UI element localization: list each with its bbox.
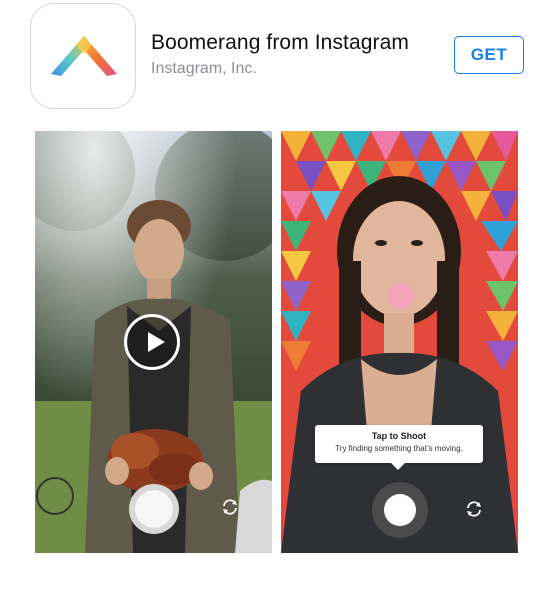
screenshot-2[interactable]: Tap to Shoot Try finding something that’…: [281, 131, 518, 553]
tap-to-shoot-tooltip: Tap to Shoot Try finding something that’…: [315, 425, 483, 470]
app-developer[interactable]: Instagram, Inc.: [151, 60, 257, 78]
screenshot-1[interactable]: [35, 131, 272, 553]
play-icon: [148, 332, 165, 352]
app-icon[interactable]: [30, 3, 136, 109]
get-button[interactable]: GET: [454, 36, 524, 74]
app-title: Boomerang from Instagram: [151, 31, 410, 54]
shutter-button-center: [384, 494, 416, 526]
shutter-button[interactable]: [129, 484, 179, 534]
camera-flip-icon[interactable]: [465, 500, 483, 518]
tooltip-body: Try finding something that’s moving.: [335, 444, 463, 453]
tooltip-title: Tap to Shoot: [371, 431, 427, 441]
shutter-button[interactable]: [372, 482, 428, 538]
play-button[interactable]: [124, 314, 180, 370]
boomerang-chevron-icon: [51, 36, 117, 76]
camera-flip-icon[interactable]: [221, 498, 239, 516]
